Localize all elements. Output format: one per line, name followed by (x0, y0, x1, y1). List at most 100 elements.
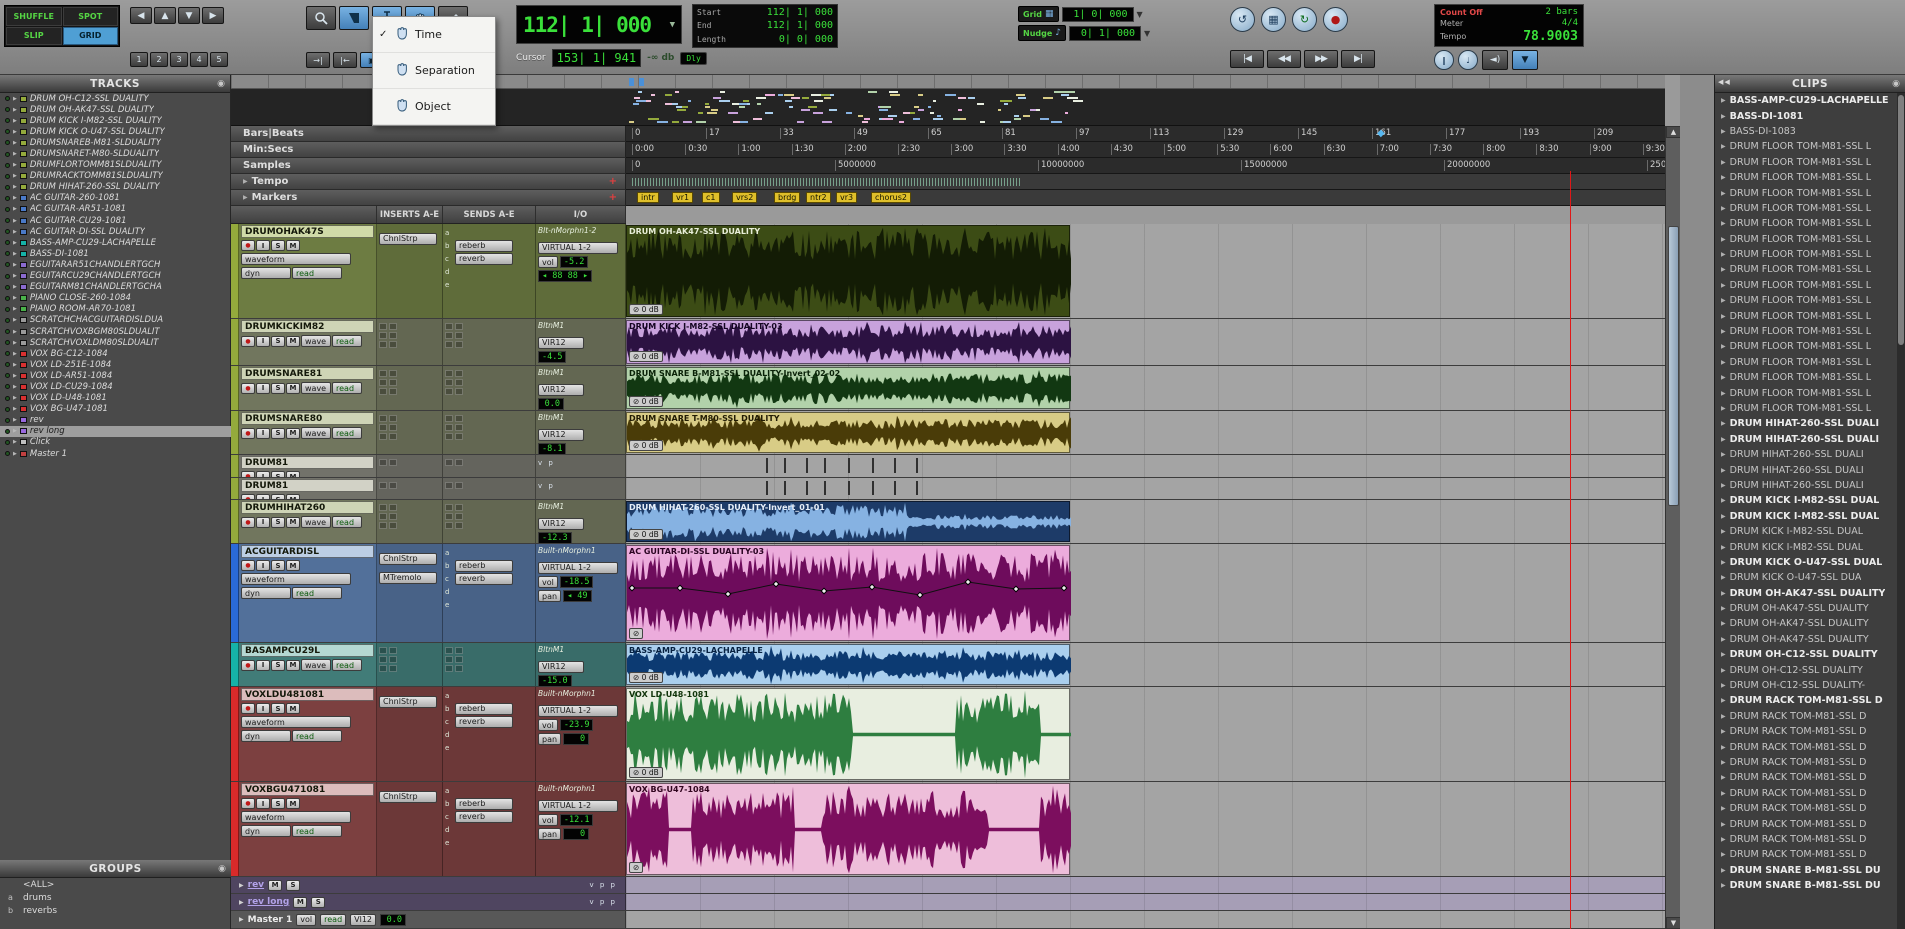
pause-button[interactable]: ‖ (1434, 50, 1454, 70)
track-lane[interactable]: DRUM KICK I-M82-SSL DUALITY-03 ⊘ 0 dB (626, 319, 1665, 365)
insert-slot[interactable] (379, 370, 387, 377)
audio-clip[interactable]: AC GUITAR-DI-SSL DUALITY-03 ⊘ (626, 545, 1071, 641)
track-shown-dot[interactable] (5, 395, 10, 401)
track-list-item[interactable]: ▶ VOX LD-AR51-1084 (0, 370, 231, 381)
clip-expander-icon[interactable]: ▶ (1721, 374, 1726, 381)
track-view-selector[interactable]: waveform (241, 811, 351, 823)
track-lane[interactable]: DRUM HIHAT-260-SSL DUALITY-Invert_01-01 ⊘… (626, 500, 1665, 543)
clip-gain-badge[interactable]: ⊘ 0 dB (629, 351, 663, 362)
ruler-label-samples[interactable]: Samples (231, 158, 626, 174)
audio-clip[interactable]: DRUM SNARE B-M81-SSL DUALITY-Invert_02-0… (626, 367, 1071, 409)
expander-icon[interactable]: ▶ (13, 428, 17, 434)
insert-slot[interactable] (379, 482, 387, 489)
send-slot[interactable] (455, 513, 463, 520)
insert-slot[interactable] (389, 433, 397, 440)
expander-icon[interactable]: ▶ (13, 173, 17, 179)
solo-button[interactable]: S (271, 471, 285, 477)
send-slot[interactable] (455, 504, 463, 511)
clip-list-item[interactable]: ▶ DRUM RACK TOM-M81-SSL D (1715, 724, 1898, 739)
send-slot[interactable] (455, 388, 463, 395)
clips-panel-header[interactable]: ◀◀ CLIPS ◉ (1715, 75, 1905, 93)
clip-list-item[interactable]: ▶ DRUM FLOOR TOM-M81-SSL L (1715, 339, 1898, 354)
mute-button[interactable]: M (286, 471, 300, 477)
track-shown-dot[interactable] (5, 417, 10, 423)
clips-panel-menu-icon[interactable]: ◉ (1892, 79, 1900, 89)
expander-icon[interactable]: ▶ (13, 373, 17, 379)
solo-button[interactable]: S (271, 427, 285, 439)
track-list-item[interactable]: ▶ DRUM HIHAT-260-SSL DUALITY (0, 182, 231, 193)
expander-icon[interactable]: ▶ (13, 351, 17, 357)
output-path-selector[interactable]: VIR12 (538, 383, 584, 396)
clip-expander-icon[interactable]: ▶ (1721, 544, 1726, 551)
clip-list-item[interactable]: ▶ DRUM FLOOR TOM-M81-SSL L (1715, 293, 1898, 308)
input-monitor-button[interactable]: I (256, 494, 270, 499)
insert-slot[interactable] (379, 656, 387, 663)
clip-gain-badge[interactable]: ⊘ 0 dB (629, 672, 663, 683)
track-lane[interactable]: DRUM SNARE T-M80-SSL DUALITY ⊘ 0 dB (626, 411, 1665, 454)
clip-expander-icon[interactable]: ▶ (1721, 236, 1726, 243)
clip-expander-icon[interactable]: ▶ (1721, 405, 1726, 412)
length-value[interactable]: 0| 0| 000 (779, 34, 833, 45)
track-lane[interactable]: DRUM SNARE B-M81-SSL DUALITY-Invert_02-0… (626, 366, 1665, 410)
insert-slot[interactable] (379, 341, 387, 348)
clip-list-item[interactable]: ▶ DRUM KICK I-M82-SSL DUAL (1715, 539, 1898, 554)
marker-chip[interactable]: ntr2 (806, 192, 831, 203)
send-slot[interactable]: reberb (455, 797, 513, 810)
pan-label[interactable]: pan (538, 733, 562, 745)
record-enable-button[interactable]: ● (241, 240, 255, 251)
solo-button[interactable]: S (286, 879, 301, 891)
clip-expander-icon[interactable]: ▶ (1721, 359, 1726, 366)
volume-display[interactable]: -15.0 (538, 675, 572, 686)
expander-icon[interactable]: ▶ (13, 395, 17, 401)
automation-mode-selector[interactable]: read (332, 427, 362, 439)
meter-label[interactable]: Meter (1440, 19, 1463, 28)
track-expander-icon[interactable]: ▶ (239, 916, 244, 923)
clip-expander-icon[interactable]: ▶ (1721, 282, 1726, 289)
clip-expander-icon[interactable]: ▶ (1721, 436, 1726, 443)
volume-label[interactable]: vol (538, 256, 558, 268)
track-view-selector[interactable]: wave (301, 659, 331, 671)
insert-slot[interactable] (379, 513, 387, 520)
track-expander-icon[interactable]: ▶ (239, 882, 244, 889)
input-monitor-button[interactable]: I (256, 798, 270, 809)
mute-button[interactable]: M (286, 516, 300, 528)
solo-button[interactable]: S (271, 560, 285, 571)
main-location-display[interactable]: 112| 1| 000 ▼ (516, 5, 682, 44)
zoom-preset-4[interactable]: 4 (190, 52, 208, 67)
clip-list-item[interactable]: ▶ DRUM RACK TOM-M81-SSL D (1715, 709, 1898, 724)
mute-button[interactable]: M (286, 427, 300, 439)
insert-slot[interactable] (379, 504, 387, 511)
edit-mode-shuffle[interactable]: SHUFFLE (6, 7, 62, 26)
clip-expander-icon[interactable]: ▶ (1721, 728, 1726, 735)
send-slot[interactable] (445, 341, 453, 348)
automation-mode-selector[interactable]: read (292, 730, 342, 742)
clip-list-item[interactable]: ▶ DRUM OH-C12-SSL DUALITY (1715, 662, 1898, 677)
output-path-selector[interactable]: VIR12 (538, 336, 584, 349)
track-list-item[interactable]: ▶ SCRATCHVOXBGM80SLDUALIT (0, 326, 231, 337)
clip-expander-icon[interactable]: ▶ (1721, 836, 1726, 843)
pan-display[interactable]: 0 (563, 733, 590, 745)
clip-list-item[interactable]: ▶ DRUM FLOOR TOM-M81-SSL L (1715, 170, 1898, 185)
send-slot[interactable] (445, 522, 453, 529)
clip-list-item[interactable]: ▶ DRUM OH-C12-SSL DUALITY- (1715, 678, 1898, 693)
send-slot[interactable] (445, 332, 453, 339)
samples-ruler-line[interactable]: 0 5000000 10000000 15000000 20000000 2500 (626, 158, 1665, 174)
output-path-selector[interactable]: VIRTUAL 1-2 (538, 561, 618, 574)
edit-mode-grid[interactable]: GRID (62, 26, 118, 45)
send-slot[interactable] (455, 433, 463, 440)
audio-clip[interactable]: BASS-AMP-CU29-LACHAPELLE ⊘ 0 dB (626, 644, 1071, 685)
metronome-button[interactable]: ♩ (1458, 50, 1478, 70)
record-enable-button[interactable]: ● (241, 494, 255, 499)
clip-list-item[interactable]: ▶ DRUM KICK I-M82-SSL DUAL (1715, 524, 1898, 539)
track-shown-dot[interactable] (5, 96, 10, 102)
solo-button[interactable]: S (271, 703, 285, 714)
track-list-item[interactable]: ▶ EGUITARAR51CHANDLERTGCH (0, 259, 231, 270)
clip-expander-icon[interactable]: ▶ (1721, 113, 1726, 120)
output-path-selector[interactable]: VIRTUAL 1-2 (538, 799, 618, 812)
track-list-item[interactable]: ▶ DRUMFLORTOMM81SLDUALITY (0, 160, 231, 171)
track-shown-dot[interactable] (5, 251, 10, 257)
pan-label[interactable]: pan (538, 590, 562, 602)
clip-gain-badge[interactable]: ⊘ (629, 628, 644, 639)
clip-list-item[interactable]: ▶ DRUM FLOOR TOM-M81-SSL L (1715, 370, 1898, 385)
counter-dropdown-icon[interactable]: ▼ (670, 20, 675, 30)
